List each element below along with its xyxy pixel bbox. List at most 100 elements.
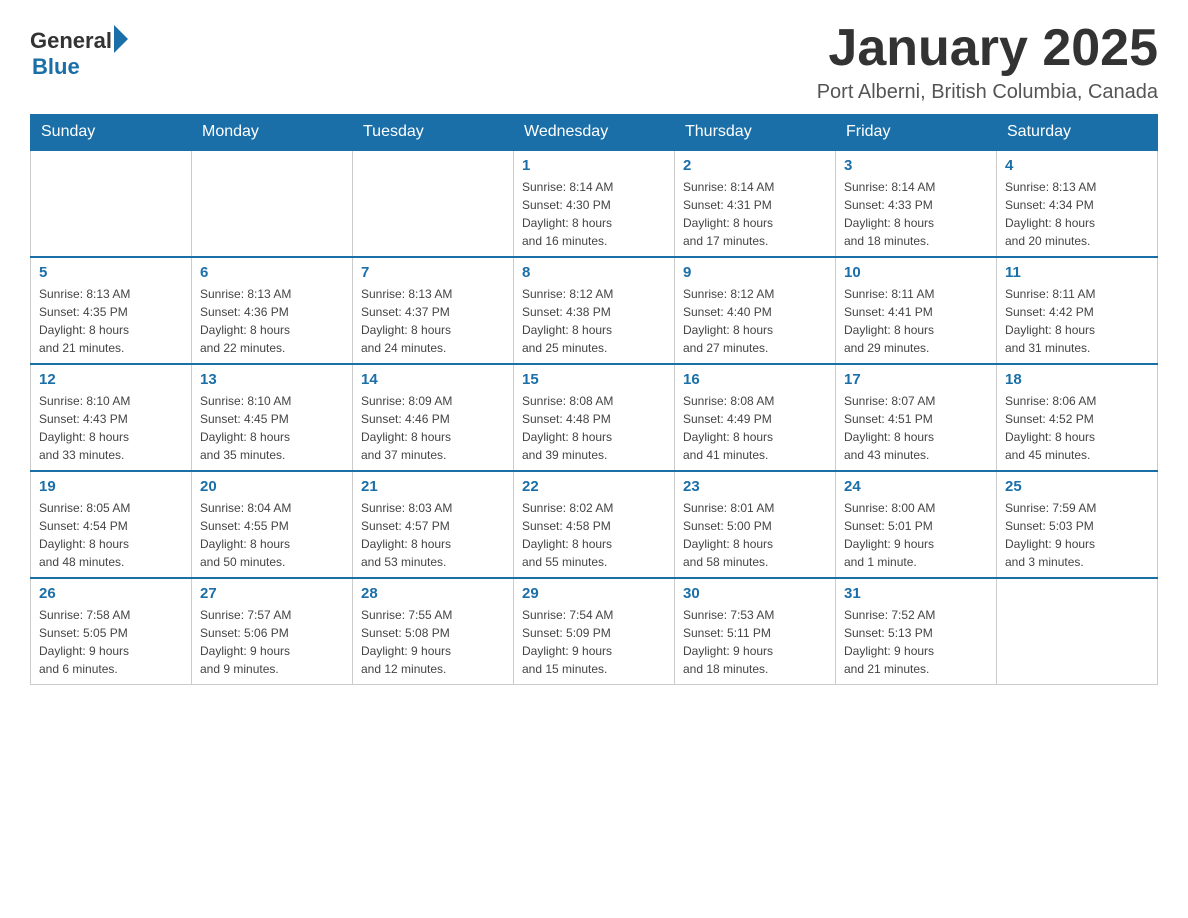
col-tuesday: Tuesday xyxy=(353,115,514,151)
day-number: 24 xyxy=(844,478,988,495)
day-info: Sunrise: 8:08 AM Sunset: 4:48 PM Dayligh… xyxy=(522,392,666,464)
calendar-cell: 23Sunrise: 8:01 AM Sunset: 5:00 PM Dayli… xyxy=(675,471,836,578)
calendar-week-1: 1 Sunrise: 8:14 AM Sunset: 4:30 PM Daylig… xyxy=(31,150,1158,257)
calendar-week-2: 5 Sunrise: 8:13 AM Sunset: 4:35 PM Daylig… xyxy=(31,257,1158,364)
calendar-cell: 26 Sunrise: 7:58 AM Sunset: 5:05 PM Dayli… xyxy=(31,578,192,685)
day-info: Sunrise: 8:13 AM Sunset: 4:34 PM Dayligh… xyxy=(1005,178,1149,250)
day-number: 9 xyxy=(683,264,827,281)
day-info: Sunrise: 7:54 AM Sunset: 5:09 PM Dayligh… xyxy=(522,606,666,678)
page-header: General Blue January 2025 Port Alberni, … xyxy=(30,20,1158,104)
day-info: Sunrise: 8:12 AM Sunset: 4:40 PM Dayligh… xyxy=(683,285,827,357)
day-info: Sunrise: 7:57 AM Sunset: 5:06 PM Dayligh… xyxy=(200,606,344,678)
logo-text-blue: Blue xyxy=(32,54,80,80)
calendar-cell: 6 Sunrise: 8:13 AM Sunset: 4:36 PM Daylig… xyxy=(192,257,353,364)
calendar-cell: 4 Sunrise: 8:13 AM Sunset: 4:34 PM Daylig… xyxy=(997,150,1158,257)
calendar-cell: 13 Sunrise: 8:10 AM Sunset: 4:45 PM Dayli… xyxy=(192,364,353,471)
calendar-cell: 12 Sunrise: 8:10 AM Sunset: 4:43 PM Dayli… xyxy=(31,364,192,471)
calendar-table: Sunday Monday Tuesday Wednesday Thursday… xyxy=(30,114,1158,685)
day-number: 17 xyxy=(844,371,988,388)
calendar-cell: 25 Sunrise: 7:59 AM Sunset: 5:03 PM Dayli… xyxy=(997,471,1158,578)
calendar-cell: 16 Sunrise: 8:08 AM Sunset: 4:49 PM Dayli… xyxy=(675,364,836,471)
calendar-cell: 22 Sunrise: 8:02 AM Sunset: 4:58 PM Dayli… xyxy=(514,471,675,578)
day-info: Sunrise: 7:55 AM Sunset: 5:08 PM Dayligh… xyxy=(361,606,505,678)
day-number: 26 xyxy=(39,585,183,602)
calendar-cell: 27 Sunrise: 7:57 AM Sunset: 5:06 PM Dayli… xyxy=(192,578,353,685)
day-number: 13 xyxy=(200,371,344,388)
calendar-cell: 30 Sunrise: 7:53 AM Sunset: 5:11 PM Dayli… xyxy=(675,578,836,685)
day-info: Sunrise: 8:14 AM Sunset: 4:31 PM Dayligh… xyxy=(683,178,827,250)
day-info: Sunrise: 8:14 AM Sunset: 4:33 PM Dayligh… xyxy=(844,178,988,250)
day-info: Sunrise: 8:01 AM Sunset: 5:00 PM Dayligh… xyxy=(683,499,827,571)
day-number: 27 xyxy=(200,585,344,602)
calendar-cell: 19 Sunrise: 8:05 AM Sunset: 4:54 PM Dayli… xyxy=(31,471,192,578)
day-number: 18 xyxy=(1005,371,1149,388)
day-number: 11 xyxy=(1005,264,1149,281)
day-info: Sunrise: 8:03 AM Sunset: 4:57 PM Dayligh… xyxy=(361,499,505,571)
day-number: 1 xyxy=(522,157,666,174)
day-number: 6 xyxy=(200,264,344,281)
calendar-cell xyxy=(353,150,514,257)
col-thursday: Thursday xyxy=(675,115,836,151)
calendar-cell: 2 Sunrise: 8:14 AM Sunset: 4:31 PM Daylig… xyxy=(675,150,836,257)
col-sunday: Sunday xyxy=(31,115,192,151)
calendar-cell: 21Sunrise: 8:03 AM Sunset: 4:57 PM Dayli… xyxy=(353,471,514,578)
calendar-cell: 10 Sunrise: 8:11 AM Sunset: 4:41 PM Dayli… xyxy=(836,257,997,364)
calendar-week-4: 19 Sunrise: 8:05 AM Sunset: 4:54 PM Dayli… xyxy=(31,471,1158,578)
day-info: Sunrise: 8:12 AM Sunset: 4:38 PM Dayligh… xyxy=(522,285,666,357)
logo-triangle-icon xyxy=(114,25,128,53)
day-number: 5 xyxy=(39,264,183,281)
col-friday: Friday xyxy=(836,115,997,151)
day-number: 4 xyxy=(1005,157,1149,174)
calendar-cell: 9 Sunrise: 8:12 AM Sunset: 4:40 PM Daylig… xyxy=(675,257,836,364)
day-number: 10 xyxy=(844,264,988,281)
day-info: Sunrise: 8:00 AM Sunset: 5:01 PM Dayligh… xyxy=(844,499,988,571)
day-number: 15 xyxy=(522,371,666,388)
day-info: Sunrise: 8:07 AM Sunset: 4:51 PM Dayligh… xyxy=(844,392,988,464)
calendar-cell: 7 Sunrise: 8:13 AM Sunset: 4:37 PM Daylig… xyxy=(353,257,514,364)
calendar-subtitle: Port Alberni, British Columbia, Canada xyxy=(817,81,1158,104)
calendar-cell: 17 Sunrise: 8:07 AM Sunset: 4:51 PM Dayli… xyxy=(836,364,997,471)
day-info: Sunrise: 8:10 AM Sunset: 4:45 PM Dayligh… xyxy=(200,392,344,464)
calendar-cell: 3Sunrise: 8:14 AM Sunset: 4:33 PM Daylig… xyxy=(836,150,997,257)
calendar-cell: 14Sunrise: 8:09 AM Sunset: 4:46 PM Dayli… xyxy=(353,364,514,471)
calendar-cell: 24 Sunrise: 8:00 AM Sunset: 5:01 PM Dayli… xyxy=(836,471,997,578)
header-row: Sunday Monday Tuesday Wednesday Thursday… xyxy=(31,115,1158,151)
day-number: 2 xyxy=(683,157,827,174)
day-number: 7 xyxy=(361,264,505,281)
calendar-title: January 2025 xyxy=(817,20,1158,77)
day-number: 12 xyxy=(39,371,183,388)
day-info: Sunrise: 8:14 AM Sunset: 4:30 PM Dayligh… xyxy=(522,178,666,250)
calendar-cell xyxy=(997,578,1158,685)
calendar-cell: 8Sunrise: 8:12 AM Sunset: 4:38 PM Daylig… xyxy=(514,257,675,364)
day-number: 22 xyxy=(522,478,666,495)
calendar-cell xyxy=(31,150,192,257)
day-number: 29 xyxy=(522,585,666,602)
day-number: 20 xyxy=(200,478,344,495)
day-number: 19 xyxy=(39,478,183,495)
calendar-cell: 31Sunrise: 7:52 AM Sunset: 5:13 PM Dayli… xyxy=(836,578,997,685)
day-number: 25 xyxy=(1005,478,1149,495)
col-saturday: Saturday xyxy=(997,115,1158,151)
col-monday: Monday xyxy=(192,115,353,151)
logo: General Blue xyxy=(30,28,128,80)
day-info: Sunrise: 8:04 AM Sunset: 4:55 PM Dayligh… xyxy=(200,499,344,571)
day-info: Sunrise: 8:13 AM Sunset: 4:37 PM Dayligh… xyxy=(361,285,505,357)
day-info: Sunrise: 8:13 AM Sunset: 4:35 PM Dayligh… xyxy=(39,285,183,357)
day-info: Sunrise: 7:53 AM Sunset: 5:11 PM Dayligh… xyxy=(683,606,827,678)
calendar-cell: 18 Sunrise: 8:06 AM Sunset: 4:52 PM Dayli… xyxy=(997,364,1158,471)
calendar-cell: 15 Sunrise: 8:08 AM Sunset: 4:48 PM Dayli… xyxy=(514,364,675,471)
col-wednesday: Wednesday xyxy=(514,115,675,151)
day-number: 16 xyxy=(683,371,827,388)
day-info: Sunrise: 8:05 AM Sunset: 4:54 PM Dayligh… xyxy=(39,499,183,571)
day-info: Sunrise: 7:58 AM Sunset: 5:05 PM Dayligh… xyxy=(39,606,183,678)
day-info: Sunrise: 8:02 AM Sunset: 4:58 PM Dayligh… xyxy=(522,499,666,571)
day-info: Sunrise: 8:11 AM Sunset: 4:41 PM Dayligh… xyxy=(844,285,988,357)
day-info: Sunrise: 8:10 AM Sunset: 4:43 PM Dayligh… xyxy=(39,392,183,464)
day-info: Sunrise: 7:59 AM Sunset: 5:03 PM Dayligh… xyxy=(1005,499,1149,571)
day-info: Sunrise: 8:08 AM Sunset: 4:49 PM Dayligh… xyxy=(683,392,827,464)
day-info: Sunrise: 8:06 AM Sunset: 4:52 PM Dayligh… xyxy=(1005,392,1149,464)
day-number: 28 xyxy=(361,585,505,602)
calendar-week-5: 26 Sunrise: 7:58 AM Sunset: 5:05 PM Dayli… xyxy=(31,578,1158,685)
day-number: 30 xyxy=(683,585,827,602)
day-info: Sunrise: 8:13 AM Sunset: 4:36 PM Dayligh… xyxy=(200,285,344,357)
